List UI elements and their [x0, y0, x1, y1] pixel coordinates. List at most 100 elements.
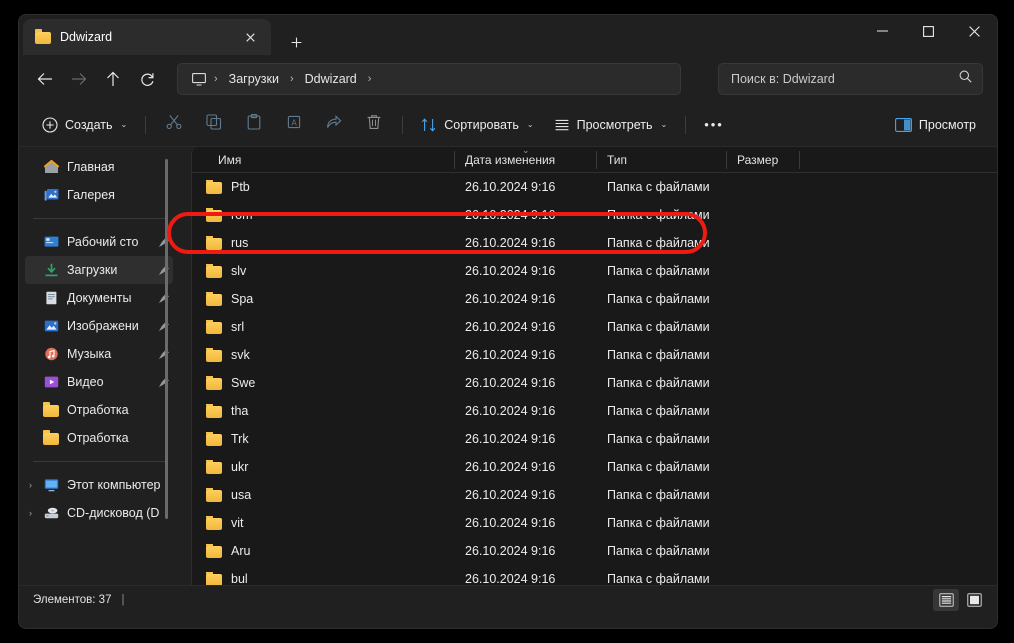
column-header-label: Имя: [218, 152, 242, 167]
search-input[interactable]: [731, 72, 959, 86]
breadcrumb[interactable]: › Загрузки › Ddwizard ›: [177, 63, 681, 95]
tab-close-button[interactable]: [237, 24, 263, 50]
file-name-cell[interactable]: ukr: [192, 460, 455, 474]
file-name-cell[interactable]: bul: [192, 572, 455, 585]
forward-button[interactable]: [63, 63, 95, 95]
search-box[interactable]: [718, 63, 983, 95]
breadcrumb-item-ddwizard[interactable]: Ddwizard: [298, 70, 364, 88]
sidebar-item-video[interactable]: Видео: [25, 368, 173, 396]
table-row[interactable]: vit 26.10.2024 9:16 Папка с файлами: [192, 509, 997, 537]
breadcrumb-item-downloads[interactable]: Загрузки: [222, 70, 286, 88]
table-row[interactable]: Aru 26.10.2024 9:16 Папка с файлами: [192, 537, 997, 565]
up-button[interactable]: [97, 63, 129, 95]
column-header-size[interactable]: Размер: [727, 147, 800, 173]
paste-button[interactable]: [235, 109, 273, 141]
table-row[interactable]: usa 26.10.2024 9:16 Папка с файлами: [192, 481, 997, 509]
file-name-cell[interactable]: tha: [192, 404, 455, 418]
file-name-cell[interactable]: rus: [192, 236, 455, 250]
music-icon: [43, 346, 59, 362]
sidebar-item-documents[interactable]: Документы: [25, 284, 173, 312]
sidebar-item-this-pc[interactable]: › Этот компьютер: [25, 471, 173, 499]
sidebar-item-desktop[interactable]: Рабочий сто: [25, 228, 173, 256]
sidebar-item-gallery[interactable]: Галерея: [25, 181, 173, 209]
list-view-toggle[interactable]: [933, 588, 959, 611]
table-row[interactable]: ukr 26.10.2024 9:16 Папка с файлами: [192, 453, 997, 481]
pin-icon[interactable]: [157, 376, 171, 388]
file-name-cell[interactable]: Trk: [192, 432, 455, 446]
file-date-cell: 26.10.2024 9:16: [465, 292, 556, 306]
monitor-icon[interactable]: [188, 72, 210, 86]
refresh-button[interactable]: [131, 63, 163, 95]
share-button[interactable]: [315, 109, 353, 141]
column-header-type[interactable]: Тип: [597, 147, 727, 173]
file-name-cell[interactable]: usa: [192, 488, 455, 502]
cut-button[interactable]: [155, 109, 193, 141]
folder-icon: [206, 208, 222, 222]
file-name-cell[interactable]: Aru: [192, 544, 455, 558]
new-button[interactable]: Создать ⌄: [33, 109, 136, 141]
rename-button[interactable]: A: [275, 109, 313, 141]
breadcrumb-separator[interactable]: ›: [366, 73, 374, 85]
column-header-name[interactable]: Имя: [192, 147, 455, 173]
pin-icon[interactable]: [157, 236, 171, 248]
view-button[interactable]: Просмотреть ⌄: [545, 109, 677, 141]
sidebar-divider: [33, 461, 167, 462]
file-name-cell[interactable]: Spa: [192, 292, 455, 306]
toolbar-divider: [145, 115, 147, 134]
file-name-label: slv: [231, 264, 247, 278]
sidebar-item-home[interactable]: Главная: [25, 153, 173, 181]
new-tab-button[interactable]: [283, 29, 309, 55]
chevron-right-icon[interactable]: ›: [29, 508, 32, 518]
sidebar-item-pictures[interactable]: Изображени: [25, 312, 173, 340]
table-row[interactable]: bul 26.10.2024 9:16 Папка с файлами: [192, 565, 997, 585]
table-row[interactable]: rom 26.10.2024 9:16 Папка с файлами: [192, 201, 997, 229]
folder-icon: [206, 320, 222, 334]
table-row[interactable]: Spa 26.10.2024 9:16 Папка с файлами: [192, 285, 997, 313]
table-row[interactable]: slv 26.10.2024 9:16 Папка с файлами: [192, 257, 997, 285]
file-name-label: bul: [231, 572, 248, 585]
sidebar-item-otrabotka-1[interactable]: Отработка: [25, 396, 173, 424]
table-row[interactable]: tha 26.10.2024 9:16 Папка с файлами: [192, 397, 997, 425]
file-name-cell[interactable]: srl: [192, 320, 455, 334]
file-date-cell: 26.10.2024 9:16: [465, 432, 556, 446]
pin-icon[interactable]: [157, 292, 171, 304]
sidebar-scrollbar[interactable]: [165, 159, 168, 519]
file-name-cell[interactable]: Ptb: [192, 180, 455, 194]
more-options-button[interactable]: •••: [695, 109, 733, 141]
delete-button[interactable]: [355, 109, 393, 141]
file-name-cell[interactable]: rom: [192, 208, 455, 222]
close-button[interactable]: [951, 15, 997, 47]
sidebar-item-otrabotka-2[interactable]: Отработка: [25, 424, 173, 452]
back-button[interactable]: [29, 63, 61, 95]
table-row[interactable]: Trk 26.10.2024 9:16 Папка с файлами: [192, 425, 997, 453]
pin-icon[interactable]: [157, 348, 171, 360]
table-row[interactable]: svk 26.10.2024 9:16 Папка с файлами: [192, 341, 997, 369]
chevron-right-icon[interactable]: ›: [29, 480, 32, 490]
sort-button[interactable]: Сортировать ⌄: [412, 109, 542, 141]
pin-icon[interactable]: [157, 320, 171, 332]
tab-ddwizard[interactable]: Ddwizard: [23, 19, 271, 55]
table-row[interactable]: rus 26.10.2024 9:16 Папка с файлами: [192, 229, 997, 257]
maximize-button[interactable]: [905, 15, 951, 47]
file-name-cell[interactable]: slv: [192, 264, 455, 278]
tiles-view-toggle[interactable]: [961, 589, 987, 611]
file-name-cell[interactable]: vit: [192, 516, 455, 530]
sidebar-item-music[interactable]: Музыка: [25, 340, 173, 368]
table-row[interactable]: Ptb 26.10.2024 9:16 Папка с файлами: [192, 173, 997, 201]
file-name-cell[interactable]: Swe: [192, 376, 455, 390]
file-name-cell[interactable]: svk: [192, 348, 455, 362]
table-row[interactable]: Swe 26.10.2024 9:16 Папка с файлами: [192, 369, 997, 397]
preview-pane-button[interactable]: Просмотр: [886, 109, 985, 141]
file-date-cell: 26.10.2024 9:16: [465, 488, 556, 502]
minimize-button[interactable]: [859, 15, 905, 47]
pin-icon[interactable]: [157, 264, 171, 276]
sidebar-item-downloads[interactable]: Загрузки: [25, 256, 173, 284]
search-icon[interactable]: [959, 70, 972, 88]
tab-title: Ddwizard: [60, 30, 113, 44]
sidebar-item-cd-drive[interactable]: › CD-дисковод (D: [25, 499, 173, 527]
view-button-label: Просмотреть: [576, 117, 653, 132]
copy-button[interactable]: [195, 109, 233, 141]
sidebar-item-label: Галерея: [67, 188, 115, 202]
table-row[interactable]: srl 26.10.2024 9:16 Папка с файлами: [192, 313, 997, 341]
file-name-label: rom: [231, 208, 253, 222]
